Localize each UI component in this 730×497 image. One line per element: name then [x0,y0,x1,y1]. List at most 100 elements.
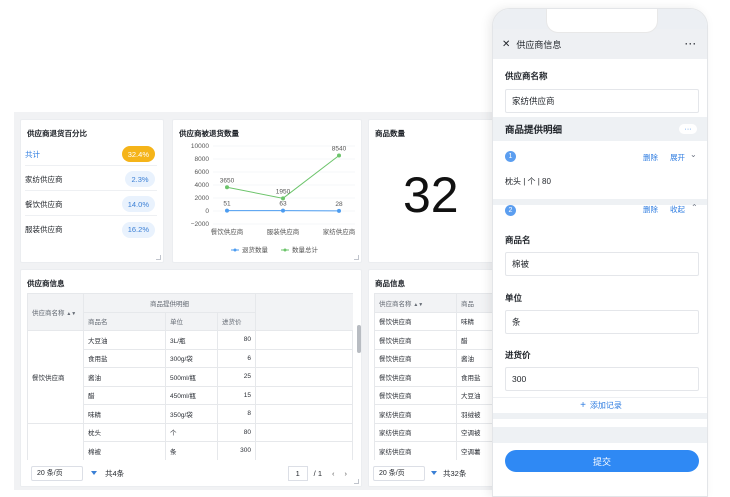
data-label: 3650 [220,177,235,184]
scrollbar[interactable] [357,325,361,353]
data-point [337,153,341,158]
submit-button[interactable]: 提交 [505,450,699,472]
row-label: 共计 [25,149,40,159]
table-row: 餐饮供应商 大豆油 [374,385,497,405]
table-row: 餐饮供应商 食用盐 [374,367,497,387]
field-label: 供应商名称 [505,71,548,81]
y-tick-label: 0 [205,208,209,215]
value-badge: 2.3% [125,171,155,187]
page-input[interactable]: 1 [287,465,308,481]
unit-input[interactable]: 条 [505,310,699,334]
resize-handle[interactable] [156,255,161,260]
y-tick-label: 6000 [195,169,210,176]
data-point [281,208,285,213]
y-tick-label: 8000 [195,156,210,163]
table-row: 枕头个 80 [27,422,353,461]
list-item: 家纺供应商 2.3% [25,168,157,191]
collapse-link[interactable]: 收起 [670,204,685,215]
field-label: 进货价 [505,350,531,360]
big-number: 32 [403,167,459,223]
field-label: 商品名 [505,235,531,245]
close-icon[interactable]: ✕ [502,39,510,50]
card-title: 商品信息 [375,279,405,288]
data-point [225,208,229,213]
goods-table: 供应商名称 ▲▼ 商品 餐饮供应商 味精 餐饮供应商醋 餐饮供应商 酱油 餐饮供应商食… [374,293,497,461]
table-row: 家纺供应商 空调薯 [374,441,497,461]
chevron-down-icon[interactable]: ⌄ [690,150,697,159]
x-tick-label: 餐饮供应商 [211,227,244,236]
list-item: 共计 32.4% [25,143,157,166]
row-label: 家纺供应商 [25,174,63,184]
table-row: 家纺供应商 羽绒被 [374,404,497,424]
col-header: 商品名 [83,311,166,331]
table-row: 餐饮供应商 酱油 [374,348,497,368]
table-row: 餐饮供应商 味精 [374,311,497,331]
x-tick-label: 家纺供应商 [323,227,356,236]
row-label: 餐饮供应商 [25,199,63,209]
row-label: 服装供应商 [25,225,63,234]
col-header[interactable]: 供应商名称 ▲▼ [374,293,457,313]
list-item: 服装供应商 16.2% [25,218,157,241]
data-label: 63 [279,201,287,208]
total-count: 共32条 [443,468,467,478]
value-badge: 14.0% [121,196,155,212]
data-label: 28 [335,201,343,208]
group-header: 商品提供明细 [83,293,256,313]
data-label: 51 [223,201,231,208]
supplier-table-card: 供应商信息 供应商名称 ▲▼ 商品提供明细 商品名 单位 进货价 餐饮供应商 大豆油 3L… [20,269,362,487]
table-row: 家纺供应商 空调被 [374,422,497,442]
card-title: 商品数量 [375,129,405,138]
record-index: 2 [505,205,516,216]
delete-link[interactable]: 删除 [643,152,658,163]
record-summary: 枕头 | 个 | 80 [505,177,551,186]
return-percent-card: 供应商退货百分比 共计 32.4% 家纺供应商 2.3% 餐饮供应商 14.0% 服装… [20,119,164,263]
col-header[interactable]: 供应商名称 ▲▼ [27,293,84,331]
phone-notch [546,9,658,33]
mobile-form-panel: ✕ 供应商信息 ··· 供应商名称 家纺供应商 商品提供明细 ··· 1 删除 … [492,8,708,497]
supplier-table: 供应商名称 ▲▼ 商品提供明细 商品名 单位 进货价 餐饮供应商 大豆油 3L/瓶 80 食… [27,293,353,461]
item-name-input[interactable]: 棉被 [505,252,699,276]
total-count: 共4条 [105,468,125,478]
resize-handle[interactable] [354,479,359,484]
expand-link[interactable]: 展开 [670,152,685,163]
data-label: 8540 [332,145,347,152]
nav-title: 供应商信息 [516,39,562,50]
chevron-down-icon[interactable] [91,471,97,475]
prev-page-icon[interactable]: ‹ [332,469,335,478]
plus-icon: + [580,400,586,411]
price-input[interactable]: 300 [505,367,699,391]
value-badge: 32.4% [121,146,155,162]
legend-label: 数量总计 [292,245,319,254]
page-size-select[interactable]: 20 条/页 [373,465,425,481]
list-item: 餐饮供应商 14.0% [25,193,157,216]
page-size-select[interactable]: 20 条/页 [31,465,83,481]
dashboard: 供应商退货百分比 共计 32.4% 家纺供应商 2.3% 餐饮供应商 14.0% 服装… [14,112,498,490]
supplier-name-input[interactable]: 家纺供应商 [505,89,699,113]
data-point [225,185,229,190]
chevron-up-icon[interactable]: ⌃ [691,203,698,212]
screen: 供应商退货百分比 共计 32.4% 家纺供应商 2.3% 餐饮供应商 14.0% 服装… [0,0,730,497]
field-label: 单位 [505,293,523,303]
resize-handle[interactable] [354,255,359,260]
return-qty-chart-card: 供应商被退货数量 10000 8000 6000 4000 2000 0 −2000 餐饮供应… [172,119,362,263]
y-tick-label: 10000 [191,143,209,150]
delete-link[interactable]: 删除 [643,204,658,215]
chevron-down-icon[interactable] [431,471,437,475]
more-icon[interactable]: ··· [679,124,697,134]
next-page-icon[interactable]: › [345,469,348,478]
goods-count-card: 商品数量 32 [368,119,498,263]
table-row: 餐饮供应商醋 [374,330,497,350]
pagination: 20 条/页 共32条 [369,460,497,486]
section-header: 商品提供明细 ··· [493,117,707,141]
y-tick-label: −2000 [191,221,210,228]
legend-marker [233,248,237,252]
pagination: 20 条/页 共4条 1 / 1 ‹ › [21,460,361,486]
goods-table-card: 商品信息 供应商名称 ▲▼ 商品 餐饮供应商 味精 餐饮供应商醋 餐饮供应商 酱油 餐… [368,269,498,487]
sort-icon[interactable]: ▲▼ [66,311,76,317]
card-title: 供应商退货百分比 [27,129,87,138]
record-index: 1 [505,151,516,162]
add-record-button[interactable]: + 添加记录 [493,397,707,419]
nav-bar: ✕ 供应商信息 ··· [493,29,707,59]
more-icon[interactable]: ··· [685,39,697,49]
y-tick-label: 2000 [195,195,210,202]
